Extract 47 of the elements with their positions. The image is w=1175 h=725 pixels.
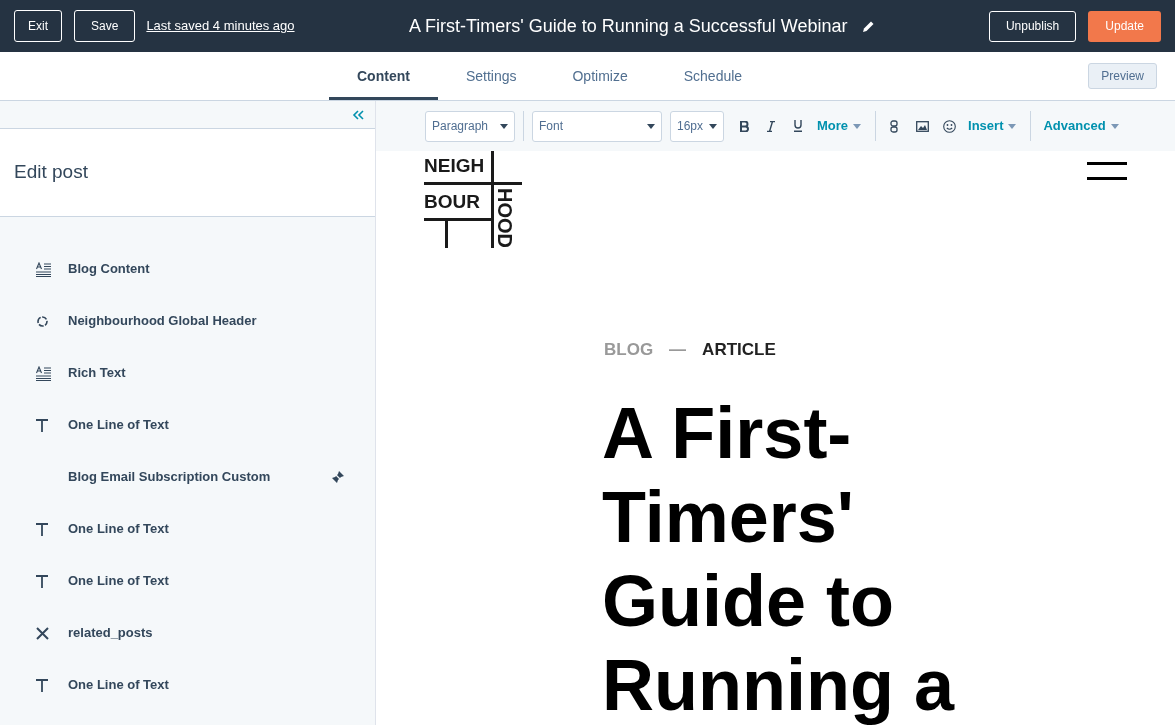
logo-text: BOUR [424,190,480,214]
pencil-icon[interactable] [861,19,875,33]
text-icon [36,574,48,588]
menu-icon[interactable] [1087,162,1127,180]
sidebar-item[interactable]: One Line of Text [0,399,375,451]
tab[interactable]: Optimize [544,52,656,100]
logo-text: NEIGH [424,154,485,178]
rich-text-icon [36,365,51,381]
bold-icon[interactable] [740,120,749,132]
size-dropdown[interactable]: 16px [670,110,724,142]
sidebar-item[interactable]: One Line of Text [0,503,375,555]
tools-icon [36,626,49,640]
logo-text: HOOD [494,188,516,248]
tab[interactable]: Settings [437,52,545,100]
unpublish-button[interactable]: Unpublish [988,10,1077,42]
sidebar-title: Edit post [14,160,88,185]
paragraph-dropdown[interactable]: Paragraph [425,110,515,142]
article-heading: A First- Timers' Guide to Running a [602,392,954,725]
advanced-menu[interactable]: Advanced [1043,116,1119,136]
refresh-icon [36,314,49,328]
sidebar-item[interactable]: Blog Email Subscription Custom [0,451,375,503]
text-icon [36,418,48,432]
sidebar-item[interactable]: Rich Text [0,347,375,399]
sidebar-item[interactable]: One Line of Text [0,659,375,711]
underline-icon[interactable] [793,120,803,132]
font-dropdown[interactable]: Font [532,110,662,142]
pin-icon[interactable] [331,470,345,484]
save-button[interactable]: Save [74,10,136,42]
text-icon [36,678,48,692]
last-saved-link[interactable]: Last saved 4 minutes ago [146,16,295,36]
sidebar-item[interactable]: Neighbourhood Global Header [0,295,375,347]
rich-text-icon [36,261,51,277]
sidebar-item[interactable]: One Line of Text [0,555,375,607]
collapse-icon[interactable] [352,109,365,120]
tab[interactable]: Schedule [655,52,771,100]
preview-button[interactable]: Preview [1088,63,1157,89]
text-icon [36,522,48,536]
italic-icon[interactable] [767,120,775,132]
emoji-icon[interactable] [943,119,957,133]
link-icon[interactable] [890,119,899,133]
exit-button[interactable]: Exit [14,10,62,42]
post-title: A First-Timers' Guide to Running a Successful Webinar [408,14,848,38]
sidebar-item[interactable]: related_posts [0,607,375,659]
breadcrumb-current: ARTICLE [702,339,776,361]
image-icon[interactable] [916,120,930,132]
breadcrumb-separator: — [669,339,687,361]
sidebar-item[interactable]: Blog Content [0,243,375,295]
